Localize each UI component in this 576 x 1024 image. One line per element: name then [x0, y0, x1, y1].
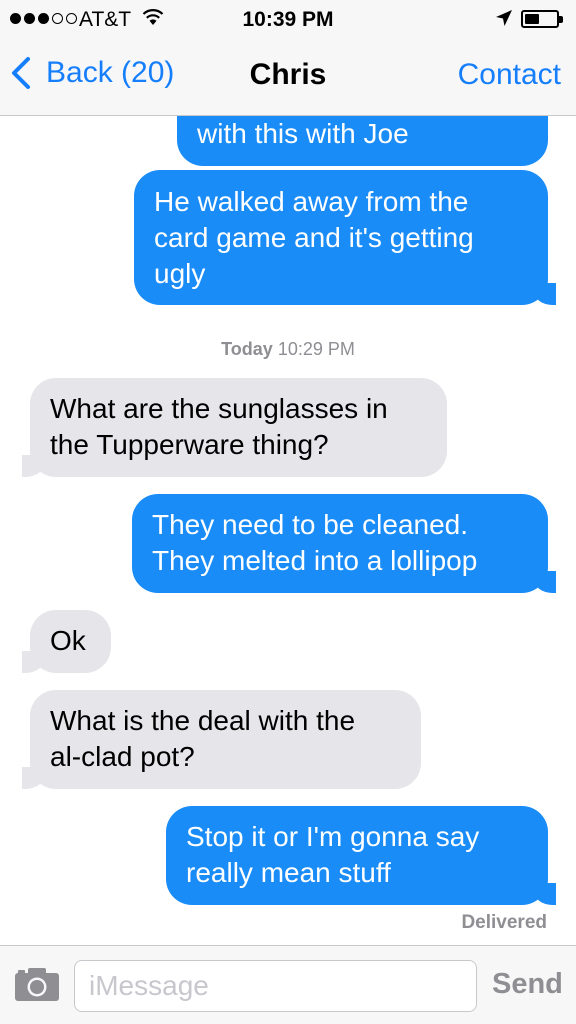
message-text: al-clad pot?: [50, 741, 195, 772]
message-bubble-received[interactable]: Ok: [22, 610, 111, 673]
status-time: 10:39 PM: [242, 8, 334, 31]
status-bar: AT&T 10:39 PM: [0, 0, 576, 38]
message-text: What is the deal with the: [50, 705, 356, 736]
message-text: He walked away from the: [154, 186, 469, 217]
message-bubble-sent[interactable]: They need to be cleaned. They melted int…: [132, 494, 556, 593]
camera-icon[interactable]: [14, 966, 60, 1002]
location-arrow-icon: [496, 10, 512, 26]
message-text: the Tupperware thing?: [50, 429, 329, 460]
message-text: Ok: [50, 625, 86, 656]
message-composer: Send: [0, 945, 576, 1024]
message-bubble-received[interactable]: What are the sunglasses in the Tupperwar…: [22, 378, 447, 477]
contact-button[interactable]: Contact: [458, 58, 561, 92]
message-text: They melted into a lollipop: [152, 545, 478, 576]
battery-icon: [521, 10, 563, 28]
message-bubble-received[interactable]: What is the deal with the al-clad pot?: [22, 690, 421, 789]
message-text: They need to be cleaned.: [152, 509, 469, 540]
navigation-header: AT&T 10:39 PM Back (20) Chris Contact: [0, 0, 576, 116]
message-text: What are the sunglasses in: [50, 393, 388, 424]
message-bubble-sent[interactable]: Stop it or I'm gonna say really mean stu…: [166, 806, 556, 905]
message-text: card game and it's getting: [154, 222, 474, 253]
nav-bar: Back (20) Chris Contact: [0, 44, 576, 114]
delivered-status: Delivered: [461, 912, 547, 933]
message-list[interactable]: with this with Joe He walked away from t…: [0, 0, 576, 945]
message-text: Stop it or I'm gonna say: [186, 821, 480, 852]
message-text: with this with Joe: [197, 118, 409, 149]
message-text: really mean stuff: [186, 857, 391, 888]
message-bubble-sent[interactable]: He walked away from the card game and it…: [134, 170, 556, 305]
message-input[interactable]: [74, 960, 477, 1012]
timestamp-time: 10:29 PM: [277, 339, 355, 359]
timestamp-day: Today: [221, 339, 273, 359]
message-text: ugly: [154, 258, 206, 289]
conversation-timestamp: Today 10:29 PM: [0, 339, 576, 360]
send-button[interactable]: Send: [492, 968, 563, 1001]
